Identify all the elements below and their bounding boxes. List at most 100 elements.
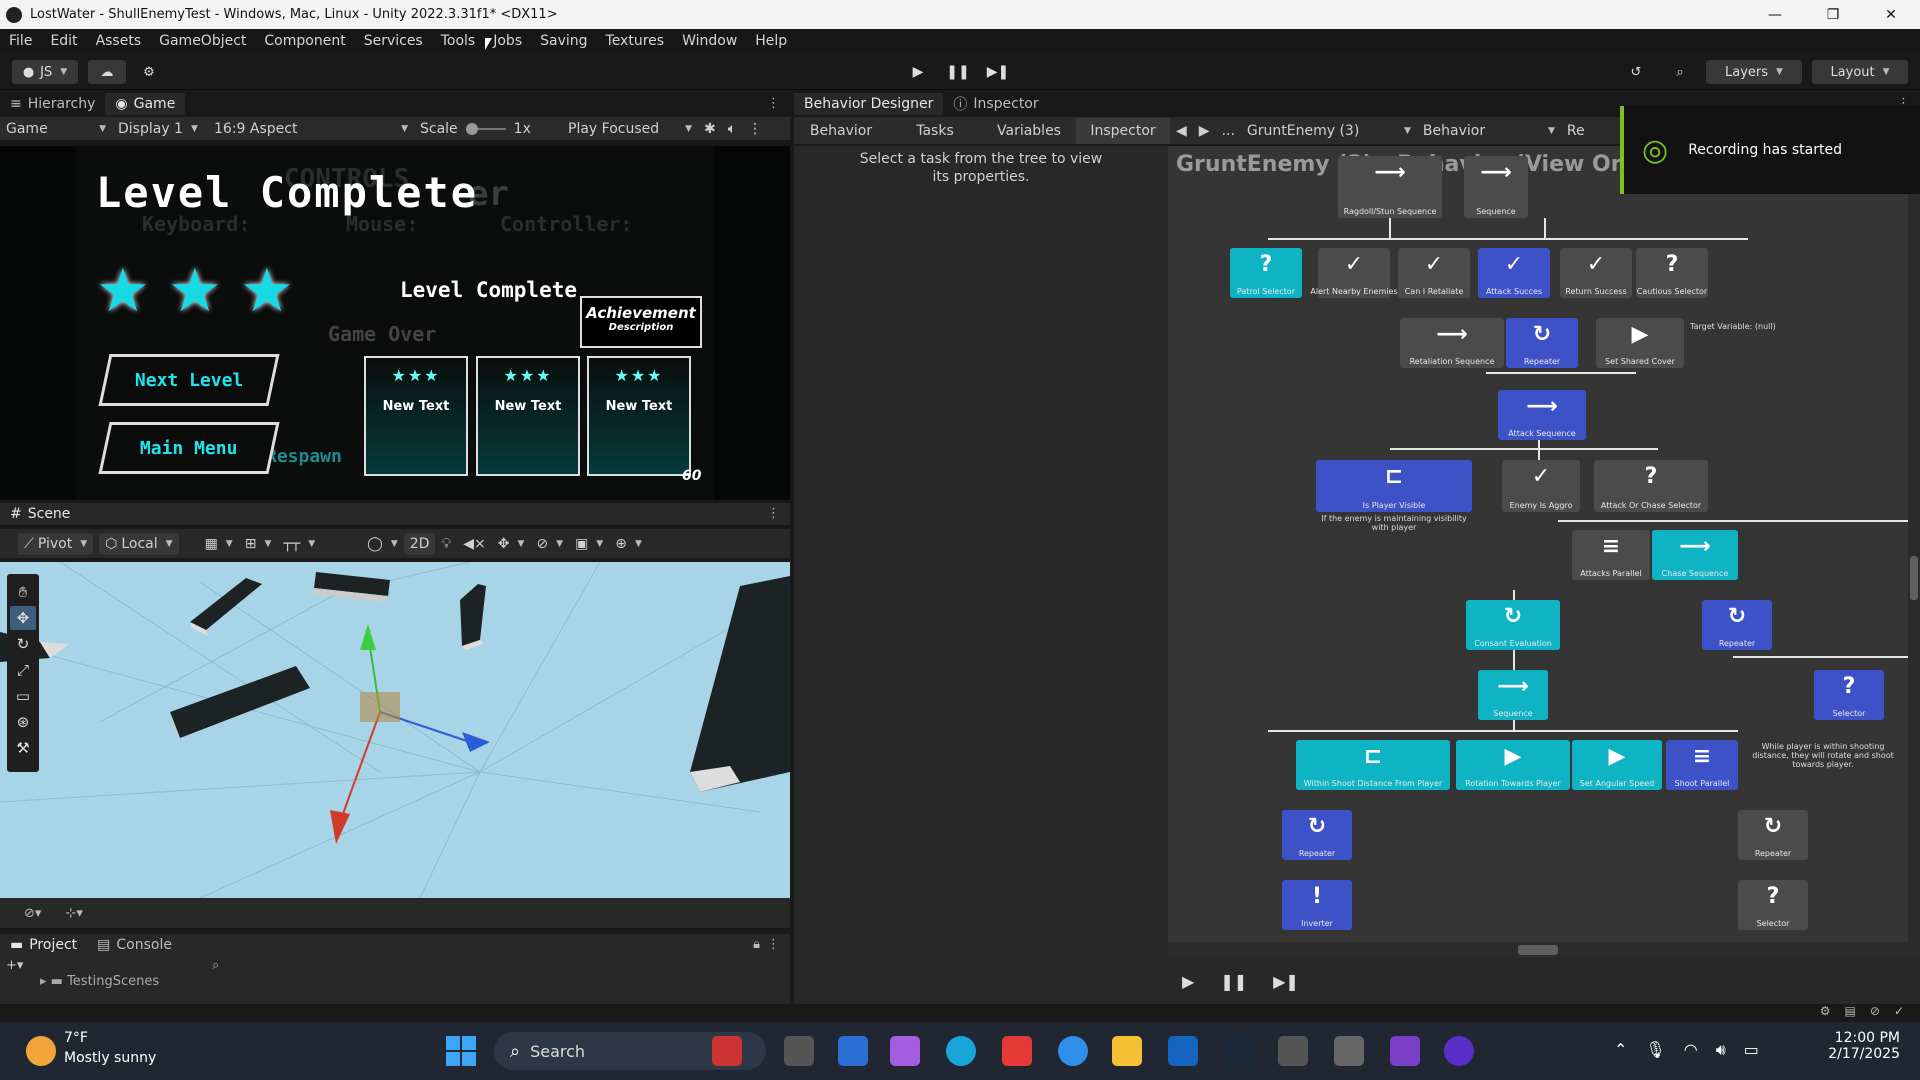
microphone-icon[interactable]: 🎙︎ — [1645, 1040, 1665, 1060]
increment-button[interactable]: ┬┬ ▼ — [277, 536, 321, 552]
node-retaliation-sequence[interactable]: ⟶ Retaliation Sequence — [1400, 318, 1504, 368]
gem-app-icon[interactable] — [1002, 1036, 1032, 1066]
bug-icon[interactable]: ✱ — [698, 121, 722, 137]
node-attack-success[interactable]: ✓ Attack Succes — [1478, 248, 1550, 298]
play-button[interactable]: ▶ — [1182, 972, 1194, 991]
behavior-graph[interactable]: GruntEnemy (3) - Behavior (View Only Mod… — [1168, 146, 1920, 958]
tab-console[interactable]: ▤ Console — [87, 934, 182, 956]
more-options-icon[interactable]: ⋮ — [767, 96, 780, 111]
node-attack-sequence[interactable]: ⟶ Attack Sequence — [1498, 390, 1586, 440]
scale-tool-icon[interactable]: ⤢ — [10, 658, 36, 682]
menu-edit[interactable]: Edit — [41, 29, 86, 54]
node-repeater-1[interactable]: ↻ Repeater — [1506, 318, 1578, 368]
cloud-button[interactable]: ☁ — [88, 60, 126, 84]
node-selector-2[interactable]: ? Selector — [1738, 880, 1808, 930]
menu-tools[interactable]: Tools — [432, 29, 485, 54]
tab-hierarchy[interactable]: ≡ Hierarchy — [0, 93, 105, 115]
node-is-player-visible[interactable]: ⊏ Is Player Visible — [1316, 460, 1472, 512]
transform-gizmo[interactable] — [330, 624, 490, 844]
menu-services[interactable]: Services — [355, 29, 432, 54]
start-button[interactable] — [446, 1036, 476, 1066]
rect-tool-icon[interactable]: ▭ — [10, 684, 36, 708]
node-sequence-2[interactable]: ⟶ Sequence — [1478, 670, 1548, 720]
node-return-success[interactable]: ✓ Return Success — [1560, 248, 1632, 298]
pause-button[interactable]: ❚❚ — [938, 60, 978, 84]
edge-icon[interactable] — [946, 1036, 976, 1066]
task-view-icon[interactable] — [784, 1036, 814, 1066]
tab-game[interactable]: ◉ Game — [105, 93, 186, 115]
next-level-button[interactable]: Next Level — [98, 354, 280, 406]
more-options-icon[interactable]: ⋮ — [767, 937, 780, 952]
custom-tool-icon[interactable]: ⚒ — [10, 736, 36, 760]
subtab-variables[interactable]: Variables — [982, 123, 1076, 139]
node-shoot-parallel[interactable]: ≡ Shoot Parallel — [1666, 740, 1738, 790]
volume-icon[interactable]: 🔊︎ — [1716, 1040, 1726, 1060]
step-button[interactable]: ▶❚ — [978, 60, 1018, 84]
outlook-icon[interactable] — [1168, 1036, 1198, 1066]
node-chase-sequence[interactable]: ⟶ Chase Sequence — [1652, 530, 1738, 580]
tab-inspector[interactable]: ⓘ Inspector — [943, 93, 1048, 115]
step-button[interactable]: ▶❚ — [1273, 972, 1299, 991]
node-enemy-aggro[interactable]: ✓ Enemy Is Aggro — [1502, 460, 1580, 512]
pause-button[interactable]: ❚❚ — [1220, 972, 1247, 991]
menu-saving[interactable]: Saving — [531, 29, 596, 54]
search-icon[interactable]: ⌕ — [212, 958, 219, 973]
file-explorer-icon[interactable] — [1112, 1036, 1142, 1066]
transform-tool-icon[interactable]: ⊛ — [10, 710, 36, 734]
camera-icon[interactable]: ▣ ▼ — [569, 536, 609, 552]
node-alert-enemies[interactable]: ✓ Alert Nearby Enemies — [1310, 248, 1398, 298]
tab-scene[interactable]: # Scene — [0, 503, 81, 525]
node-consant-evaluation[interactable]: ↻ Consant Evaluation — [1466, 600, 1560, 650]
add-asset-button[interactable]: +▾ — [6, 958, 23, 973]
graph-horizontal-scrollbar[interactable] — [1168, 942, 1920, 958]
close-button[interactable]: ✕ — [1862, 0, 1920, 29]
wifi-icon[interactable]: ◠ — [1684, 1040, 1698, 1060]
node-attack-chase-selector[interactable]: ? Attack Or Chase Selector — [1594, 460, 1708, 512]
gizmos-icon[interactable]: ⊕ ▼ — [609, 536, 648, 552]
lock-icon[interactable]: 🔒︎ — [753, 937, 760, 952]
shading-button[interactable]: ◯ ▼ — [361, 536, 404, 552]
node-repeater-4[interactable]: ↻ Repeater — [1738, 810, 1808, 860]
node-selector-1[interactable]: ? Selector — [1814, 670, 1884, 720]
node-set-angular-speed[interactable]: ▶ Set Angular Speed — [1572, 740, 1662, 790]
move-tool-icon[interactable]: ✥ — [10, 606, 36, 630]
chevron-up-icon[interactable]: ⌃ — [1614, 1040, 1627, 1060]
store-icon[interactable] — [838, 1036, 868, 1066]
hand-tool-icon[interactable]: ✋︎ — [10, 580, 36, 604]
help-icon[interactable] — [1058, 1036, 1088, 1066]
snap-settings-icon[interactable]: ⊹▾ — [65, 906, 82, 921]
node-patrol-selector[interactable]: ? Patrol Selector — [1230, 248, 1302, 298]
audio-icon[interactable]: 🔈︎ — [722, 121, 742, 137]
display-dropdown[interactable]: Display 1 ▼ — [112, 121, 208, 137]
check-icon[interactable]: ✓ — [1894, 1004, 1904, 1018]
main-menu-button[interactable]: Main Menu — [98, 422, 280, 474]
lighting-icon[interactable]: 💡︎ — [435, 536, 457, 552]
menu-file[interactable]: File — [0, 29, 41, 54]
object-dropdown[interactable]: GruntEnemy (3) ▼ — [1241, 123, 1417, 139]
orientation-icon[interactable]: ⊘▾ — [24, 906, 41, 921]
tab-behavior-designer[interactable]: Behavior Designer — [794, 93, 944, 115]
scroll-thumb[interactable] — [1910, 556, 1918, 600]
taskbar-clock[interactable]: 12:00 PM 2/17/2025 — [1828, 1030, 1900, 1062]
node-repeater-3[interactable]: ↻ Repeater — [1282, 810, 1352, 860]
copilot-icon[interactable] — [890, 1036, 920, 1066]
subtab-behavior[interactable]: Behavior — [794, 123, 888, 139]
local-dropdown[interactable]: ⬡ Local ▼ — [99, 532, 179, 555]
snap-button[interactable]: ⊞ ▼ — [239, 536, 278, 552]
layers-icon[interactable]: ▤ — [1845, 1004, 1856, 1018]
node-attacks-parallel[interactable]: ≡ Attacks Parallel — [1572, 530, 1650, 580]
menu-textures[interactable]: Textures — [597, 29, 674, 54]
scale-handle[interactable] — [465, 122, 478, 135]
ellipsis-button[interactable]: ... — [1216, 123, 1241, 139]
forward-arrow-icon[interactable]: ▶ — [1193, 123, 1216, 139]
rotate-tool-icon[interactable]: ↻ — [10, 632, 36, 656]
menu-help[interactable]: Help — [746, 29, 796, 54]
battery-icon[interactable]: ▭ — [1744, 1040, 1759, 1060]
subtab-inspector[interactable]: Inspector — [1076, 117, 1170, 144]
referenced-button[interactable]: Re — [1561, 123, 1591, 139]
more-options-icon[interactable]: ⋮ — [767, 506, 780, 521]
node-set-shared-cover[interactable]: ▶ Set Shared Cover — [1596, 318, 1684, 368]
aspect-dropdown[interactable]: 16:9 Aspect ▼ — [208, 121, 414, 137]
project-folder-item[interactable]: ▸ ▬ TestingScenes — [40, 974, 159, 989]
layers-dropdown[interactable]: Layers ▼ — [1706, 60, 1802, 84]
